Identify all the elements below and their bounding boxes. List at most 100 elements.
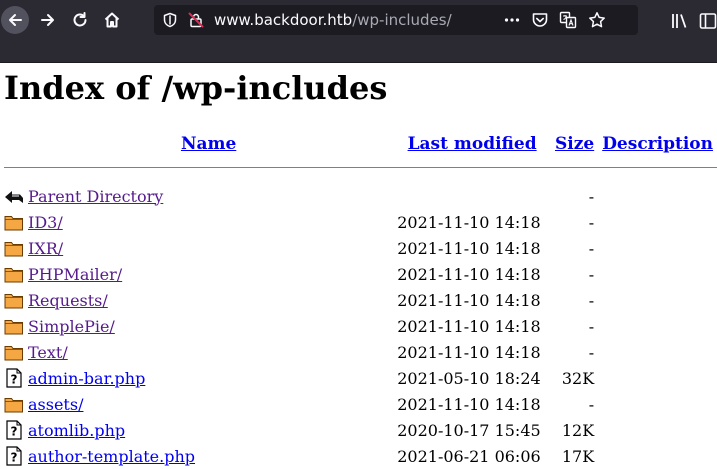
folder-icon xyxy=(4,342,24,362)
file-link[interactable]: PHPMailer/ xyxy=(28,265,122,284)
translate-icon[interactable] xyxy=(559,11,577,29)
file-link[interactable]: Text/ xyxy=(28,343,68,362)
folder-icon xyxy=(4,264,24,284)
table-row: ID3/2021-11-10 14:18 - xyxy=(4,209,717,235)
row-description-cell xyxy=(598,339,717,365)
folder-icon xyxy=(4,394,24,414)
pocket-icon[interactable] xyxy=(531,11,549,29)
url-host: www.backdoor.htb xyxy=(214,11,353,29)
file-link[interactable]: Parent Directory xyxy=(28,187,163,206)
row-name-cell: PHPMailer/ xyxy=(24,261,393,287)
name-column-header: Name xyxy=(24,128,393,160)
url-text[interactable]: www.backdoor.htb/wp-includes/ xyxy=(214,12,452,29)
row-modified-cell: 2021-11-10 14:18 xyxy=(397,290,541,310)
row-size-cell: - xyxy=(588,264,595,284)
file-link[interactable]: IXR/ xyxy=(28,239,63,258)
file-link[interactable]: author-template.php xyxy=(28,447,195,466)
row-size-cell: 12K xyxy=(561,420,595,440)
row-name-cell: atomlib.php xyxy=(24,417,393,443)
file-link[interactable]: admin-bar.php xyxy=(28,369,145,388)
table-row: ? author-template.php 2021-06-21 06:06 17K xyxy=(4,443,717,469)
row-size-cell: - xyxy=(588,290,595,310)
modified-column-header: Last modified xyxy=(393,128,551,160)
row-icon-cell xyxy=(4,287,24,313)
table-row: ? admin-bar.php 2021-05-10 18:24 32K xyxy=(4,365,717,391)
row-name-cell: admin-bar.php xyxy=(24,365,393,391)
row-icon-cell: ? xyxy=(4,443,24,469)
sort-by-modified-link[interactable]: Last modified xyxy=(408,134,537,154)
row-modified-cell: 2020-10-17 15:45 xyxy=(397,420,541,440)
row-modified-cell: 2021-05-10 18:24 xyxy=(397,368,541,388)
file-link[interactable]: atomlib.php xyxy=(28,421,125,440)
svg-text:?: ? xyxy=(11,373,18,387)
row-description-cell xyxy=(598,417,717,443)
sort-by-size-link[interactable]: Size xyxy=(555,134,594,154)
unknown-file-icon: ? xyxy=(4,446,24,466)
table-row: IXR/2021-11-10 14:18 - xyxy=(4,235,717,261)
insecure-lock-icon[interactable] xyxy=(188,12,204,28)
separator-row xyxy=(4,160,717,174)
home-icon xyxy=(104,12,120,28)
row-size-cell: - xyxy=(588,394,595,414)
unknown-file-icon: ? xyxy=(4,368,24,388)
row-description-cell xyxy=(598,235,717,261)
row-icon-cell: ? xyxy=(4,365,24,391)
row-description-cell xyxy=(598,183,717,209)
row-name-cell: IXR/ xyxy=(24,235,393,261)
file-link[interactable]: ID3/ xyxy=(28,213,63,232)
file-link[interactable]: SimplePie/ xyxy=(28,317,115,336)
row-name-cell: assets/ xyxy=(24,391,393,417)
url-path: /wp-includes/ xyxy=(352,11,452,29)
row-modified-cell: 2021-11-10 14:18 xyxy=(397,394,541,414)
row-size-cell: 32K xyxy=(561,368,595,388)
svg-text:?: ? xyxy=(11,451,18,465)
sort-by-name-link[interactable]: Name xyxy=(181,134,236,154)
row-description-cell xyxy=(598,365,717,391)
unknown-file-icon: ? xyxy=(4,420,24,440)
row-description-cell xyxy=(598,287,717,313)
reload-button[interactable] xyxy=(66,6,94,34)
row-icon-cell xyxy=(4,391,24,417)
row-modified-cell: 2021-06-21 06:06 xyxy=(397,446,541,466)
row-icon-cell xyxy=(4,313,24,339)
row-icon-cell xyxy=(4,183,24,209)
bookmark-star-icon[interactable] xyxy=(588,11,606,29)
row-name-cell: Requests/ xyxy=(24,287,393,313)
tracking-shield-icon[interactable] xyxy=(162,12,178,28)
row-name-cell: Parent Directory xyxy=(24,183,393,209)
folder-icon xyxy=(4,316,24,336)
file-link[interactable]: assets/ xyxy=(28,395,83,414)
icon-column-header xyxy=(4,128,24,160)
row-modified-cell: 2021-11-10 14:18 xyxy=(397,342,541,362)
sort-by-description-link[interactable]: Description xyxy=(602,134,713,154)
arrow-right-icon xyxy=(41,14,54,26)
row-size-cell: - xyxy=(588,316,595,336)
library-icon[interactable] xyxy=(671,12,691,30)
page-actions-icon[interactable] xyxy=(503,11,521,29)
sidebar-toggle-icon[interactable] xyxy=(699,12,717,30)
table-row: Requests/2021-11-10 14:18 - xyxy=(4,287,717,313)
arrow-left-icon xyxy=(9,14,22,26)
forward-button[interactable] xyxy=(34,6,62,34)
file-link[interactable]: Requests/ xyxy=(28,291,108,310)
row-icon-cell: ? xyxy=(4,417,24,443)
row-modified-cell: 2021-11-10 14:18 xyxy=(397,238,541,258)
row-modified-cell: 2021-11-10 14:18 xyxy=(397,264,541,284)
row-icon-cell xyxy=(4,209,24,235)
home-button[interactable] xyxy=(98,6,126,34)
row-name-cell: ID3/ xyxy=(24,209,393,235)
back-button[interactable] xyxy=(1,6,29,34)
listing-body: Parent Directory - ID3/2021-11-10 14:18- IX… xyxy=(4,160,717,469)
row-icon-cell xyxy=(4,339,24,365)
table-row: Parent Directory - xyxy=(4,183,717,209)
folder-icon xyxy=(4,212,24,232)
table-row: assets/2021-11-10 14:18 - xyxy=(4,391,717,417)
row-description-cell xyxy=(598,443,717,469)
folder-icon xyxy=(4,290,24,310)
row-modified-cell xyxy=(393,183,551,209)
folder-icon xyxy=(4,238,24,258)
row-icon-cell xyxy=(4,261,24,287)
row-size-cell: - xyxy=(588,238,595,258)
reload-icon xyxy=(73,12,87,27)
url-bar[interactable]: www.backdoor.htb/wp-includes/ xyxy=(154,5,638,35)
